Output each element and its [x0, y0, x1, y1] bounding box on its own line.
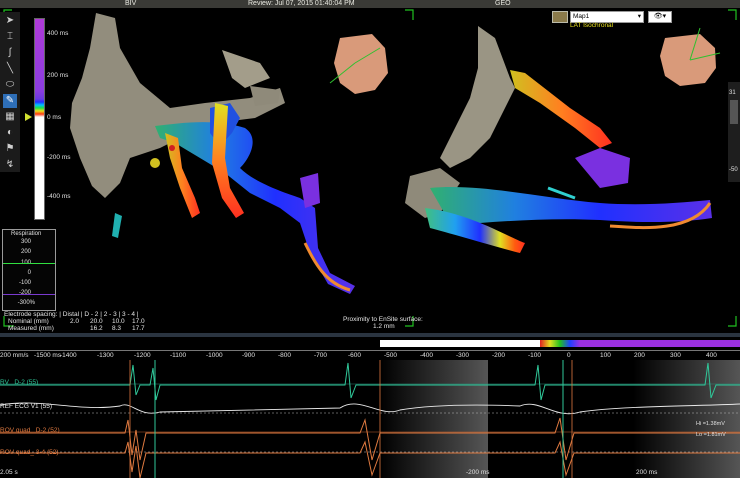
ruler-icon[interactable]: ⌶ [3, 30, 17, 44]
resp-level-line [3, 263, 55, 264]
marker-label-200: 200 ms [636, 469, 658, 476]
channel-label-ref-ecg[interactable]: REF ECG V1 (55) [0, 403, 52, 410]
ruler-tick: -1200 [134, 352, 151, 359]
scale-label-0: 0 ms [47, 114, 62, 121]
map-swatch-icon[interactable] [552, 11, 568, 23]
title-bar: BIV Review: Jul 07, 2015 01:40:04 PM GEO [0, 0, 740, 8]
ruler-tick: 400 [706, 352, 717, 359]
resp-threshold-line [3, 294, 55, 295]
ruler-tick: -400 [420, 352, 434, 359]
resp-label: 0 [27, 270, 31, 276]
resp-label: -200 [18, 290, 31, 296]
ruler-tick: 200 [634, 352, 645, 359]
marker-label-minus200: -200 ms [466, 469, 490, 476]
map-select-value: Map1 [573, 13, 590, 20]
map-subtitle: LAT Isochronal [570, 22, 614, 29]
ruler-tick: -900 [242, 352, 256, 359]
electrode-spacing-header: Electrode spacing: | Distal | D - 2 | 2 … [4, 311, 139, 318]
ruler-tick: 100 [600, 352, 611, 359]
ruler-tick: -600 [348, 352, 362, 359]
timeline-header [0, 337, 740, 350]
ruler-tick: 0 [567, 352, 571, 359]
scale-label-minus200: -200 ms [47, 154, 71, 161]
eye-icon: 👁▾ [653, 13, 667, 20]
ellipse-icon[interactable]: ⬭ [3, 78, 17, 92]
ecg-traces [0, 360, 740, 478]
scale-label-200: 200 ms [47, 72, 69, 79]
respiration-title: Respiration [11, 231, 42, 237]
scale-label-minus400: -400 ms [47, 193, 71, 200]
respiration-panel: Respiration 300 200 100 0 -100 -200 -300… [2, 229, 56, 311]
grid-icon[interactable]: ▦ [3, 110, 17, 124]
proximity-label: Proximity to EnSite surface: [343, 316, 423, 323]
nominal-value: 20.0 [90, 318, 103, 325]
scale-marker-icon[interactable] [25, 113, 32, 121]
resp-label: 300 [20, 239, 31, 245]
right-slider-value: 31 [729, 90, 736, 96]
timeline-color-strip [540, 340, 740, 347]
measured-label: Measured (mm) [8, 325, 54, 332]
ecg-panel[interactable]: RV_ D-2 (55) REF ECG V1 (55) ROV quad_ D… [0, 360, 740, 478]
lo-value-label: Lo =1.81mV [696, 432, 726, 438]
ruler-tick: -1500 ms [34, 352, 62, 359]
channel-label-rov-d2[interactable]: ROV quad_ D-2 (52) [0, 427, 60, 434]
nominal-value: 10.0 [112, 318, 125, 325]
lat-color-scale[interactable] [34, 18, 45, 220]
duration-label: 2.05 s [0, 469, 18, 476]
ruler-tick: -700 [314, 352, 328, 359]
title-center: Review: Jul 07, 2015 01:40:04 PM [248, 0, 355, 7]
resp-label: -100 [18, 280, 31, 286]
visibility-eye-button[interactable]: 👁▾ [648, 11, 672, 23]
nominal-value: 2.0 [70, 318, 80, 325]
ruler-tick: -1100 [170, 352, 187, 359]
resp-label: 200 [20, 249, 31, 255]
right-slider-value: -50 [729, 167, 738, 173]
ruler-tick: -800 [278, 352, 292, 359]
measured-value: 16.2 [90, 325, 103, 332]
ruler-tick: 300 [670, 352, 681, 359]
cardiac-geometry-render[interactable] [0, 8, 740, 333]
channel-label-rv[interactable]: RV_ D-2 (55) [0, 379, 38, 386]
channel-label-rov-34[interactable]: ROV quad_ 3-4 (52) [0, 449, 59, 456]
chevron-down-icon: ▾ [637, 13, 641, 20]
ruler-tick: -1300 [97, 352, 114, 359]
slider-track[interactable] [730, 100, 738, 124]
catheter-icon[interactable]: ↯ [3, 158, 17, 172]
tool-palette: ➤ ⌶ ∫ ╲ ⬭ ✎ ▦ ◐ ⚑ ↯ [0, 12, 20, 172]
ruler-tick: -500 [384, 352, 398, 359]
measured-value: 8.3 [112, 325, 122, 332]
flag-icon[interactable]: ⚑ [3, 142, 17, 156]
pointer-icon[interactable]: ➤ [3, 14, 17, 28]
resp-label: -300% [17, 300, 35, 306]
measured-value: 17.7 [132, 325, 145, 332]
hi-value-label: Hi =1.38mV [696, 421, 725, 427]
title-left: BIV [125, 0, 137, 7]
scale-label-400: 400 ms [47, 30, 69, 37]
map-viewport[interactable] [0, 8, 740, 333]
ruler-tick: -300 [456, 352, 470, 359]
pencil-icon[interactable]: ✎ [3, 94, 17, 108]
speed-label: 200 mm/s [0, 352, 29, 359]
ruler-tick: -1000 [206, 352, 223, 359]
curve-icon[interactable]: ∫ [3, 46, 17, 60]
line-icon[interactable]: ╲ [3, 62, 17, 76]
ruler-tick: -200 [492, 352, 506, 359]
shadow-icon[interactable]: ◐ [3, 126, 17, 140]
ruler-tick: -100 [528, 352, 542, 359]
ruler-tick: -1400 [60, 352, 77, 359]
nominal-value: 17.0 [132, 318, 145, 325]
nominal-label: Nominal (mm) [8, 318, 49, 325]
proximity-value: 1.2 mm [373, 323, 395, 330]
right-slider-panel[interactable]: 31 -50 [728, 82, 740, 182]
title-right: GEO [495, 0, 511, 7]
